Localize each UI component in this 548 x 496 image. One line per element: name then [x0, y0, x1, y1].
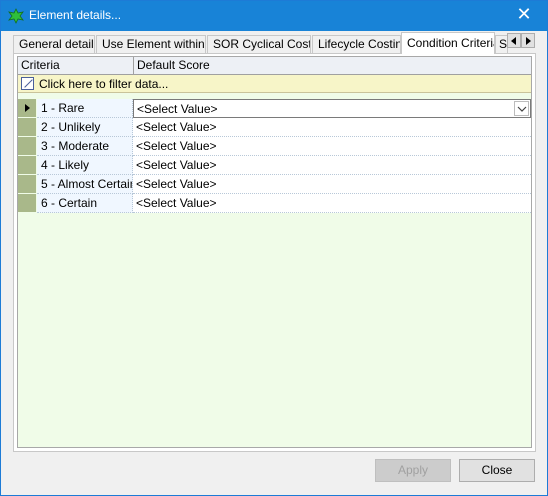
row-selector[interactable] [18, 118, 37, 137]
apply-button[interactable]: Apply [375, 459, 451, 482]
grid-header: Criteria Default Score [18, 57, 531, 75]
default-score-value: <Select Value> [137, 102, 218, 116]
row-selector[interactable] [18, 175, 37, 194]
tab-scroll-right-icon[interactable] [521, 33, 535, 48]
filter-icon[interactable] [21, 77, 34, 90]
tab-general-details[interactable]: General details [13, 35, 95, 54]
criteria-cell[interactable]: 5 - Almost Certain [37, 175, 133, 194]
default-score-cell[interactable]: <Select Value> [133, 156, 531, 175]
app-icon [8, 8, 24, 24]
default-score-cell[interactable]: <Select Value> [133, 194, 531, 213]
tab-use-element-within[interactable]: Use Element within .. [96, 35, 206, 54]
default-score-dropdown[interactable]: <Select Value> [133, 99, 531, 118]
tab-scroll-left-icon[interactable] [507, 33, 521, 48]
default-score-cell[interactable]: <Select Value> [133, 175, 531, 194]
default-score-cell[interactable]: <Select Value> [133, 137, 531, 156]
table-row[interactable]: 5 - Almost Certain <Select Value> [18, 175, 531, 194]
row-selector[interactable] [18, 99, 37, 118]
element-details-dialog: Element details... ✕ General details Use… [0, 0, 548, 496]
filter-row[interactable]: Click here to filter data... [18, 75, 531, 93]
table-row[interactable]: 6 - Certain <Select Value> [18, 194, 531, 213]
filter-row-text[interactable]: Click here to filter data... [39, 77, 168, 91]
chevron-down-icon[interactable] [514, 101, 529, 116]
table-row[interactable]: 1 - Rare <Select Value> [18, 99, 531, 118]
criteria-cell[interactable]: 4 - Likely [37, 156, 133, 175]
title-bar: Element details... ✕ [1, 1, 547, 31]
table-row[interactable]: 4 - Likely <Select Value> [18, 156, 531, 175]
condition-criteria-page: Criteria Default Score Click here to fil… [13, 53, 536, 452]
criteria-cell[interactable]: 3 - Moderate [37, 137, 133, 156]
table-row[interactable]: 2 - Unlikely <Select Value> [18, 118, 531, 137]
table-row[interactable]: 3 - Moderate <Select Value> [18, 137, 531, 156]
current-row-arrow-icon [25, 104, 30, 112]
criteria-cell[interactable]: 2 - Unlikely [37, 118, 133, 137]
default-score-cell[interactable]: <Select Value> [133, 118, 531, 137]
tab-condition-criteria[interactable]: Condition Criteria [401, 32, 495, 54]
row-selector[interactable] [18, 156, 37, 175]
close-icon[interactable]: ✕ [501, 1, 547, 31]
tab-lifecycle-costing[interactable]: Lifecycle Costing [312, 35, 401, 54]
tab-strip: General details Use Element within .. SO… [13, 32, 536, 54]
row-selector[interactable] [18, 194, 37, 213]
criteria-grid: Criteria Default Score Click here to fil… [17, 56, 532, 448]
criteria-cell[interactable]: 6 - Certain [37, 194, 133, 213]
column-header-criteria[interactable]: Criteria [18, 57, 134, 75]
tab-sor-cyclical-costs[interactable]: SOR Cyclical Costs [207, 35, 311, 54]
criteria-cell[interactable]: 1 - Rare [37, 99, 133, 118]
row-selector[interactable] [18, 137, 37, 156]
column-header-default-score[interactable]: Default Score [134, 57, 531, 75]
window-title: Element details... [29, 8, 122, 22]
close-button[interactable]: Close [459, 459, 535, 482]
